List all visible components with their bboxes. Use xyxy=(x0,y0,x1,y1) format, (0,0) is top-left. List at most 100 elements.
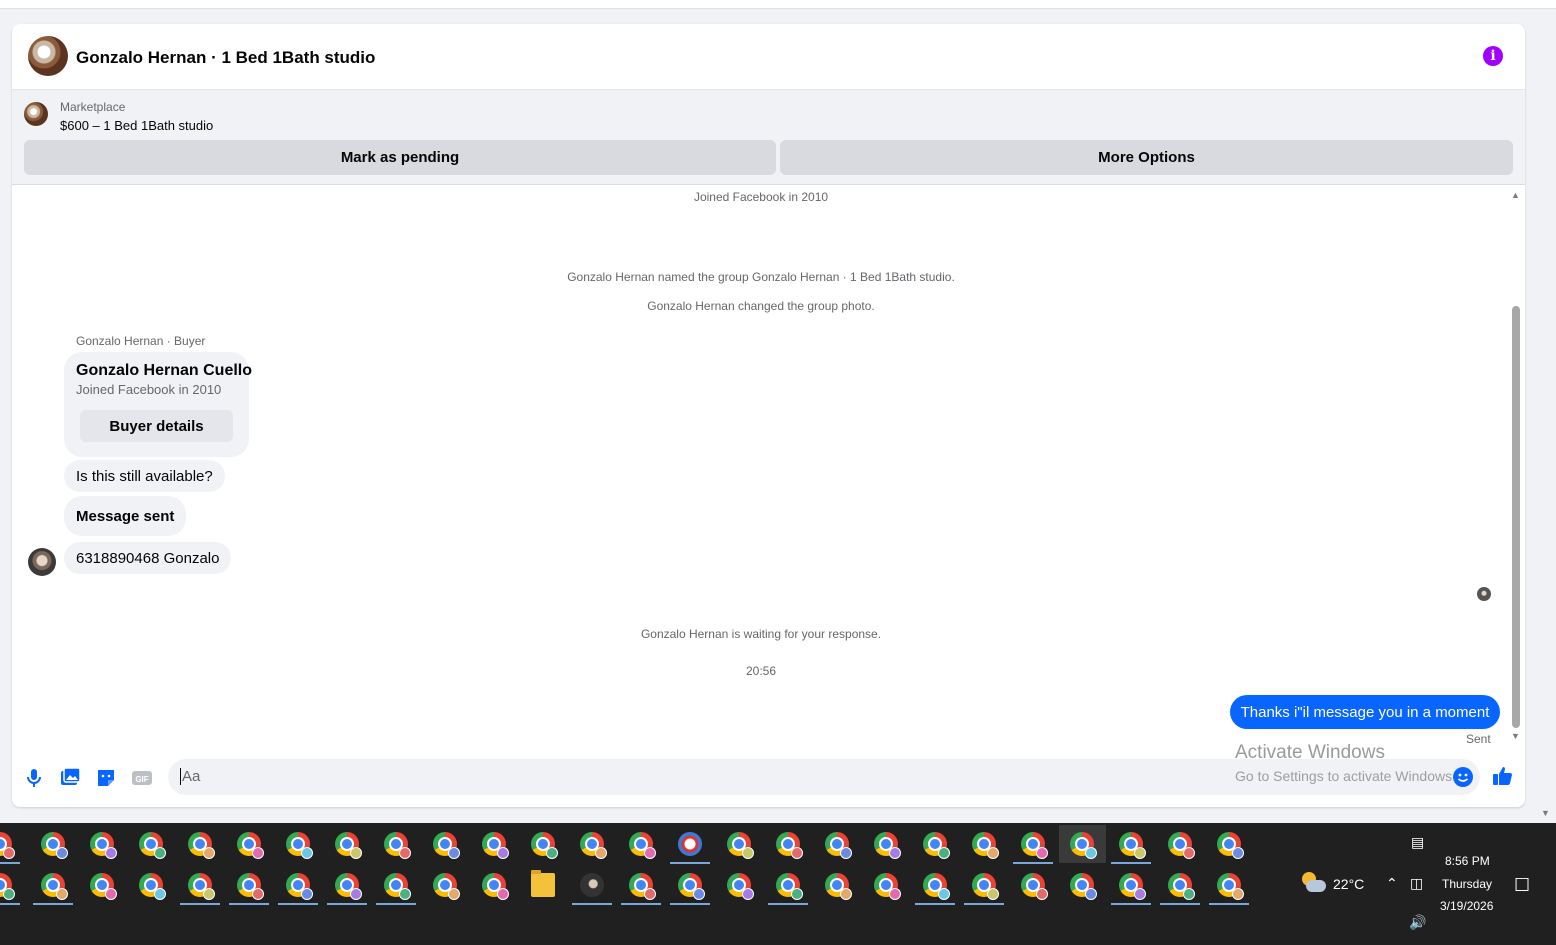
chrome-profile-icon[interactable] xyxy=(433,873,460,900)
chrome-profile-icon[interactable] xyxy=(1217,873,1244,900)
sender-label: Gonzalo Hernan · Buyer xyxy=(76,334,206,348)
profile-badge-icon xyxy=(350,847,362,859)
clock-date[interactable]: 3/19/2026 xyxy=(1440,899,1493,913)
chrome-profile-icon[interactable] xyxy=(1217,832,1244,859)
chrome-profile-icon[interactable] xyxy=(482,873,509,900)
chrome-profile-icon[interactable] xyxy=(1021,873,1048,900)
chrome-profile-icon[interactable] xyxy=(1119,873,1146,900)
chrome-profile-icon[interactable] xyxy=(433,832,460,859)
chrome-profile-icon[interactable] xyxy=(384,832,411,859)
chrome-profile-icon[interactable] xyxy=(629,873,656,900)
chrome-profile-icon[interactable] xyxy=(286,873,313,900)
chrome-profile-icon[interactable] xyxy=(335,832,362,859)
chrome-profile-icon[interactable] xyxy=(90,832,117,859)
photo-icon[interactable] xyxy=(58,766,82,790)
sticker-icon[interactable] xyxy=(94,766,118,790)
chrome-profile-icon[interactable] xyxy=(972,832,999,859)
network-icon[interactable]: ◫ xyxy=(1410,875,1423,892)
profile-badge-icon xyxy=(938,847,950,859)
chrome-profile-icon[interactable] xyxy=(874,832,901,859)
chrome-profile-icon[interactable] xyxy=(1168,873,1195,900)
chrome-profile-icon[interactable] xyxy=(237,873,264,900)
chrome-profile-icon[interactable] xyxy=(727,873,754,900)
chrome-profile-icon[interactable] xyxy=(188,832,215,859)
incoming-message[interactable]: Message sent xyxy=(64,496,187,536)
weather-icon[interactable] xyxy=(1300,872,1326,894)
volume-icon[interactable]: 🔊 xyxy=(1409,914,1426,931)
page-scroll-down-arrow-icon[interactable]: ▼ xyxy=(1541,808,1550,818)
profile-badge-icon xyxy=(350,888,362,900)
profile-badge-icon xyxy=(3,847,15,859)
running-app-indicator xyxy=(1160,903,1200,905)
clock-day[interactable]: Thursday xyxy=(1442,877,1492,891)
chrome-profile-icon[interactable] xyxy=(139,873,166,900)
chrome-profile-icon[interactable] xyxy=(286,832,313,859)
message-scrollbar[interactable]: ▲ ▼ xyxy=(1509,186,1523,746)
chrome-profile-icon[interactable] xyxy=(776,832,803,859)
scroll-up-arrow-icon[interactable]: ▲ xyxy=(1511,190,1520,200)
mark-as-pending-button[interactable]: Mark as pending xyxy=(24,140,776,175)
profile-badge-icon xyxy=(399,888,411,900)
profile-badge-icon xyxy=(791,888,803,900)
chrome-profile-icon[interactable] xyxy=(0,832,15,859)
chrome-profile-icon[interactable] xyxy=(384,873,411,900)
gif-icon[interactable]: GIF xyxy=(130,766,154,790)
outgoing-message[interactable]: Thanks i"il message you in a moment xyxy=(1230,695,1500,729)
scroll-down-arrow-icon[interactable]: ▼ xyxy=(1511,731,1520,741)
clock-time[interactable]: 8:56 PM xyxy=(1445,854,1490,868)
incoming-message[interactable]: 6318890468 Gonzalo xyxy=(64,542,232,574)
microphone-icon[interactable] xyxy=(22,766,46,790)
running-app-indicator xyxy=(33,903,73,905)
profile-badge-icon xyxy=(105,847,117,859)
sent-status: Sent xyxy=(1466,732,1491,746)
chrome-profile-icon[interactable] xyxy=(825,873,852,900)
chrome-profile-icon[interactable] xyxy=(1119,832,1146,859)
meet-now-icon[interactable]: ▤ xyxy=(1411,834,1424,851)
info-icon[interactable]: i xyxy=(1483,46,1503,66)
conversation-title[interactable]: Gonzalo Hernan · 1 Bed 1Bath studio xyxy=(76,48,375,68)
incoming-message[interactable]: Is this still available? xyxy=(64,460,225,492)
paint-app-icon[interactable] xyxy=(678,832,702,856)
chrome-profile-icon[interactable] xyxy=(923,832,950,859)
chrome-profile-icon[interactable] xyxy=(41,832,68,859)
chrome-profile-icon[interactable] xyxy=(678,873,705,900)
chrome-profile-icon[interactable] xyxy=(629,832,656,859)
chrome-profile-icon[interactable] xyxy=(237,832,264,859)
chrome-profile-icon[interactable] xyxy=(580,832,607,859)
group-avatar[interactable] xyxy=(28,36,68,76)
chrome-profile-icon[interactable] xyxy=(0,873,15,900)
more-options-button[interactable]: More Options xyxy=(780,140,1513,175)
chrome-profile-icon[interactable] xyxy=(139,832,166,859)
buyer-details-button[interactable]: Buyer details xyxy=(80,410,233,442)
sender-avatar[interactable] xyxy=(28,548,56,576)
chrome-profile-icon[interactable] xyxy=(188,873,215,900)
scrollbar-thumb[interactable] xyxy=(1512,306,1520,728)
profile-badge-icon xyxy=(448,888,460,900)
profile-badge-icon xyxy=(301,847,313,859)
chrome-profile-icon[interactable] xyxy=(923,873,950,900)
photo-app-icon[interactable] xyxy=(580,873,604,897)
chrome-profile-icon[interactable] xyxy=(1070,873,1097,900)
chrome-profile-icon[interactable] xyxy=(776,873,803,900)
tray-chevron-up-icon[interactable]: ⌃ xyxy=(1386,875,1398,892)
listing-title[interactable]: $600 – 1 Bed 1Bath studio xyxy=(60,118,213,133)
chrome-profile-icon[interactable] xyxy=(874,873,901,900)
chrome-profile-icon[interactable] xyxy=(1021,832,1048,859)
chrome-profile-icon[interactable] xyxy=(482,832,509,859)
chrome-profile-icon[interactable] xyxy=(972,873,999,900)
thumbs-up-icon[interactable] xyxy=(1491,764,1515,788)
chrome-profile-icon[interactable] xyxy=(41,873,68,900)
chrome-profile-icon[interactable] xyxy=(1070,832,1097,859)
running-app-indicator xyxy=(0,903,20,905)
chrome-profile-icon[interactable] xyxy=(90,873,117,900)
chrome-profile-icon[interactable] xyxy=(727,832,754,859)
chrome-profile-icon[interactable] xyxy=(531,832,558,859)
chrome-profile-icon[interactable] xyxy=(825,832,852,859)
notifications-icon[interactable]: ☐ xyxy=(1514,875,1530,896)
profile-badge-icon xyxy=(301,888,313,900)
listing-thumbnail[interactable] xyxy=(24,102,48,126)
temperature[interactable]: 22°C xyxy=(1333,876,1364,892)
file-explorer-icon[interactable] xyxy=(531,870,555,897)
chrome-profile-icon[interactable] xyxy=(335,873,362,900)
chrome-profile-icon[interactable] xyxy=(1168,832,1195,859)
